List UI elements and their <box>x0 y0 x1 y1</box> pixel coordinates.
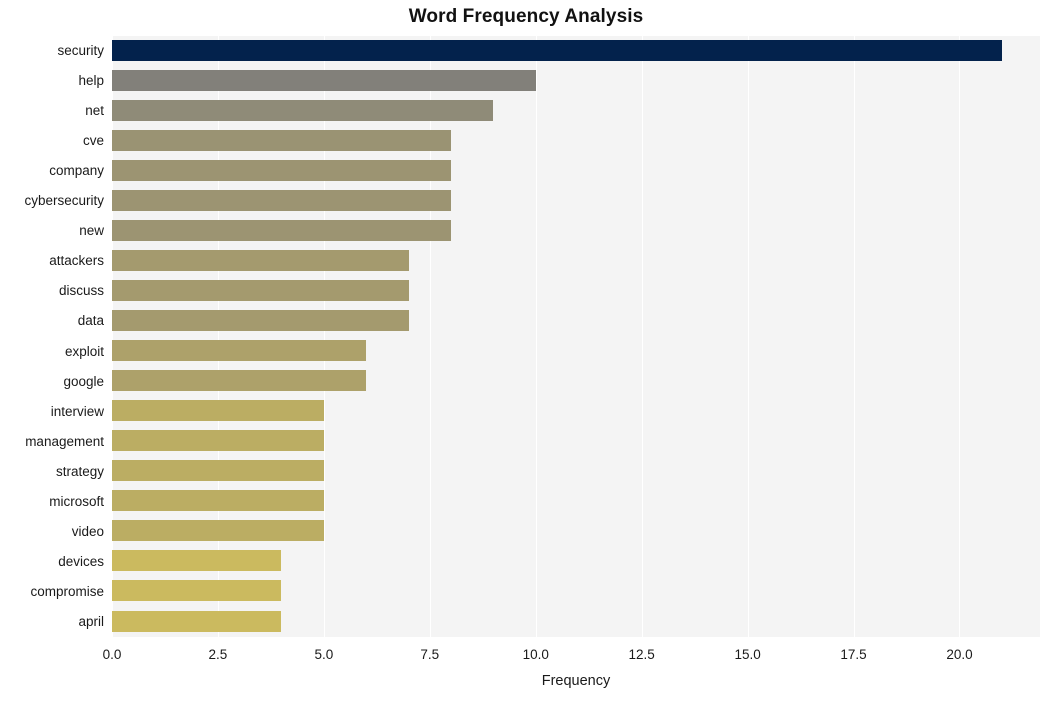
bar-april <box>112 610 282 632</box>
y-tick-label: exploit <box>64 343 104 359</box>
bar-row <box>112 337 1040 367</box>
x-tick-label: 0.0 <box>102 647 122 662</box>
y-tick-label: devices <box>58 553 104 569</box>
bar-company <box>112 159 451 181</box>
y-tick-label: video <box>71 523 104 539</box>
bar-help <box>112 69 536 91</box>
bar-discuss <box>112 279 409 301</box>
bar-row <box>112 487 1040 517</box>
y-tick-label: cybersecurity <box>24 193 104 209</box>
bar-devices <box>112 550 282 572</box>
bar-new <box>112 219 451 241</box>
bar-cve <box>112 129 451 151</box>
bar-compromise <box>112 580 282 602</box>
bar-net <box>112 99 494 121</box>
bar-row <box>112 36 1040 66</box>
y-tick-label: microsoft <box>49 493 104 509</box>
y-tick-label: new <box>79 223 104 239</box>
word-frequency-chart: Word Frequency Analysis security help net c… <box>0 0 1052 701</box>
y-tick-label: net <box>85 103 104 119</box>
x-axis-label: Frequency <box>541 673 611 689</box>
x-tick-label: 5.0 <box>314 647 334 662</box>
bar-row <box>112 306 1040 336</box>
bar-data <box>112 310 409 332</box>
bar-row <box>112 96 1040 126</box>
bar-exploit <box>112 340 367 362</box>
bar-row <box>112 427 1040 457</box>
y-tick-label: google <box>63 373 104 389</box>
y-tick-label: interview <box>50 403 104 419</box>
bar-google <box>112 370 367 392</box>
x-tick-label: 12.5 <box>628 647 655 662</box>
bar-row <box>112 517 1040 547</box>
y-tick-label: security <box>57 43 104 59</box>
bar-row <box>112 577 1040 607</box>
x-tick-label: 17.5 <box>840 647 867 662</box>
bar-row <box>112 276 1040 306</box>
chart-title: Word Frequency Analysis <box>408 6 644 27</box>
bar-video <box>112 520 324 542</box>
x-tick-label: 7.5 <box>420 647 440 662</box>
y-tick-label: discuss <box>58 283 104 299</box>
bar-row <box>112 186 1040 216</box>
bar-row <box>112 457 1040 487</box>
y-tick-label: cve <box>82 133 104 149</box>
bar-row <box>112 547 1040 577</box>
x-tick-label: 15.0 <box>734 647 761 662</box>
y-tick-label: data <box>77 313 104 329</box>
x-axis: 0.0 2.5 5.0 7.5 10.0 12.5 15.0 17.5 20.0 <box>103 637 1040 667</box>
y-tick-label: compromise <box>30 583 104 599</box>
x-tick-label: 20.0 <box>946 647 973 662</box>
bar-row <box>112 216 1040 246</box>
x-tick-label: 2.5 <box>208 647 228 662</box>
y-tick-label: help <box>78 73 104 89</box>
bar-security <box>112 39 1002 61</box>
bar-row <box>112 246 1040 276</box>
bar-management <box>112 430 324 452</box>
y-tick-label: management <box>25 433 104 449</box>
bar-row <box>112 397 1040 427</box>
bar-strategy <box>112 460 324 482</box>
bar-cybersecurity <box>112 189 451 211</box>
bar-row <box>112 156 1040 186</box>
bar-row <box>112 367 1040 397</box>
bar-microsoft <box>112 490 324 512</box>
bar-row <box>112 607 1040 637</box>
bar-row <box>112 126 1040 156</box>
y-axis: security help net cve company cybersecurity ne… <box>0 36 112 637</box>
bar-interview <box>112 400 324 422</box>
bar-row <box>112 66 1040 96</box>
bar-attackers <box>112 249 409 271</box>
plot-area <box>112 36 1040 637</box>
y-tick-label: attackers <box>49 253 104 269</box>
y-tick-label: strategy <box>55 463 104 479</box>
y-tick-label: company <box>49 163 104 179</box>
x-tick-label: 10.0 <box>522 647 549 662</box>
y-tick-label: april <box>78 613 104 629</box>
